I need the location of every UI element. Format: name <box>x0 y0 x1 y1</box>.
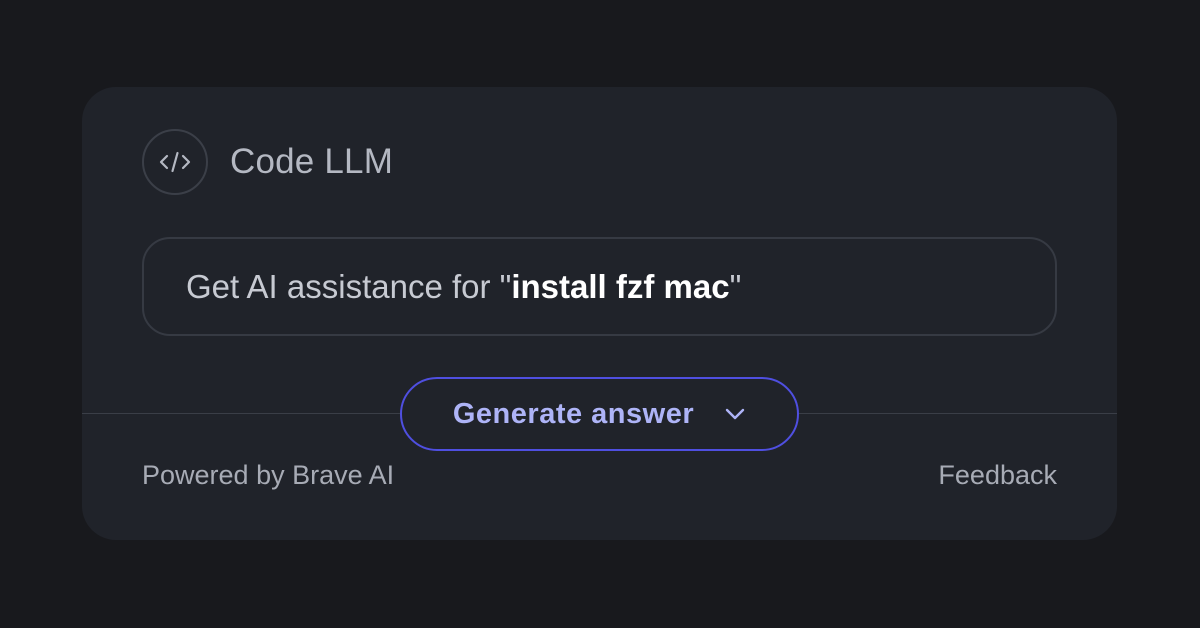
card-header: Code LLM <box>142 127 393 197</box>
prompt-query: install fzf mac <box>511 267 730 305</box>
code-icon-badge <box>142 129 208 195</box>
ai-assistance-prompt[interactable]: Get AI assistance for " install fzf mac " <box>142 237 1057 336</box>
prompt-suffix: " <box>729 267 742 305</box>
prompt-prefix: Get AI assistance for " <box>186 267 512 305</box>
card-title: Code LLM <box>230 142 394 181</box>
generate-answer-button[interactable]: Generate answer <box>400 377 799 451</box>
code-icon <box>159 151 191 173</box>
generate-answer-label: Generate answer <box>452 397 695 430</box>
chevron-down-icon <box>724 407 746 421</box>
feedback-link[interactable]: Feedback <box>938 460 1057 491</box>
code-llm-card: Code LLM Get AI assistance for " install … <box>82 87 1117 540</box>
powered-by-text: Powered by Brave AI <box>142 460 395 490</box>
